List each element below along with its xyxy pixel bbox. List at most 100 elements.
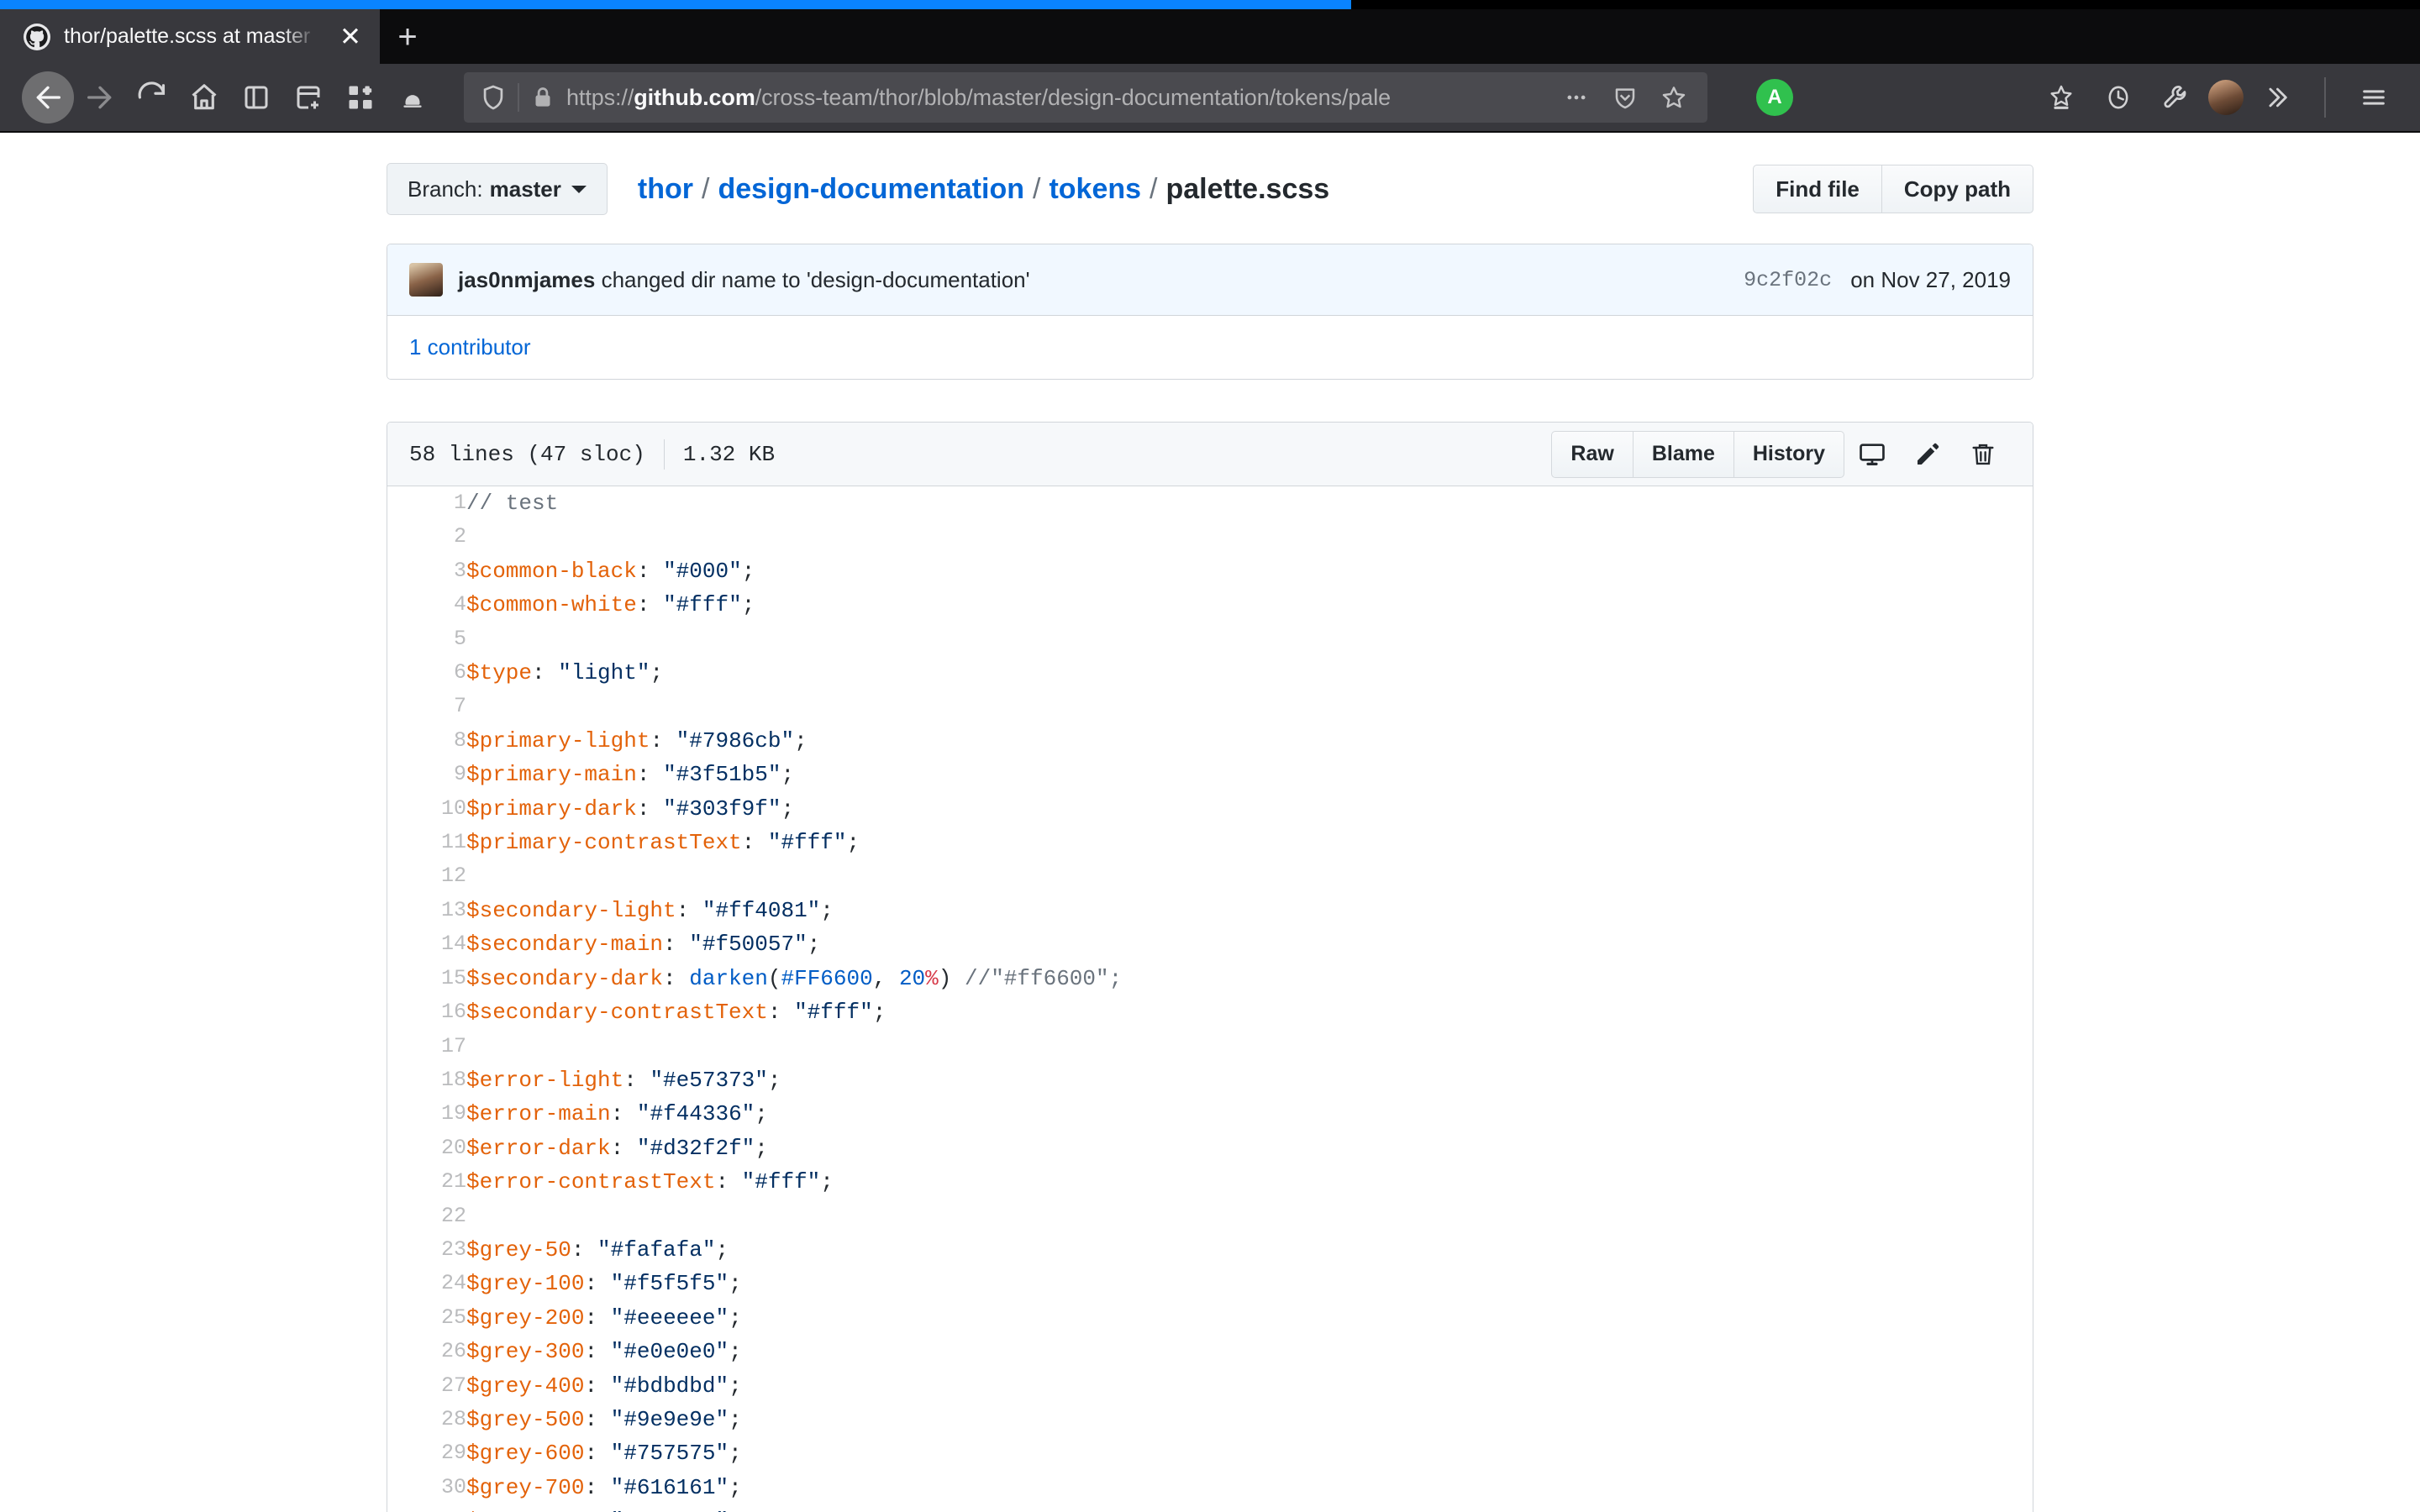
edit-pencil-icon[interactable] — [1900, 431, 1955, 478]
code-line-content: $grey-300: "#e0e0e0"; — [466, 1335, 2033, 1368]
toolbar-divider — [2324, 77, 2326, 118]
breadcrumb-separator: / — [1033, 173, 1040, 206]
line-number[interactable]: 1 — [387, 486, 466, 520]
line-number[interactable]: 16 — [387, 995, 466, 1029]
code-token-punct: , — [873, 966, 899, 991]
history-button[interactable]: History — [1734, 431, 1844, 478]
padlock-icon[interactable] — [524, 85, 561, 110]
line-number[interactable]: 3 — [387, 554, 466, 588]
open-in-desktop-icon[interactable] — [1844, 431, 1900, 478]
line-number[interactable]: 8 — [387, 724, 466, 758]
line-number[interactable]: 26 — [387, 1335, 466, 1368]
line-number[interactable]: 19 — [387, 1097, 466, 1131]
blame-button[interactable]: Blame — [1634, 431, 1734, 478]
extension-toolbar — [2037, 73, 2398, 122]
raw-button[interactable]: Raw — [1551, 431, 1633, 478]
line-number[interactable]: 13 — [387, 894, 466, 927]
code-token-str: "#bdbdbd" — [611, 1373, 729, 1399]
active-tab-accent — [0, 0, 1351, 9]
code-line: 9$primary-main: "#3f51b5"; — [387, 758, 2033, 791]
code-line-content: $grey-500: "#9e9e9e"; — [466, 1403, 2033, 1436]
forward-icon[interactable] — [74, 71, 126, 123]
line-number[interactable]: 20 — [387, 1131, 466, 1165]
wrench-icon[interactable] — [2151, 73, 2200, 122]
tracking-protection-shield-icon[interactable] — [474, 83, 513, 112]
line-number[interactable]: 30 — [387, 1471, 466, 1504]
profile-avatar[interactable] — [2208, 80, 2244, 115]
browser-tab[interactable]: thor/palette.scss at master · cro ✕ — [0, 9, 380, 64]
code-token-str: "#eeeeee" — [611, 1305, 729, 1331]
code-token-punct: : — [663, 966, 689, 991]
reload-icon[interactable] — [126, 71, 178, 123]
delete-trash-icon[interactable] — [1955, 431, 2011, 478]
find-file-button[interactable]: Find file — [1753, 165, 1882, 213]
line-number[interactable]: 28 — [387, 1403, 466, 1436]
history-clock-icon[interactable] — [2094, 73, 2143, 122]
line-number[interactable]: 25 — [387, 1301, 466, 1335]
line-number[interactable]: 14 — [387, 927, 466, 961]
line-number[interactable]: 7 — [387, 690, 466, 723]
line-number[interactable]: 5 — [387, 622, 466, 656]
new-tab-button[interactable]: + — [380, 9, 435, 64]
code-line: 6$type: "light"; — [387, 656, 2033, 690]
code-line-content — [466, 1200, 2033, 1233]
code-token-str: "#303f9f" — [663, 796, 781, 822]
pocket-save-icon[interactable] — [387, 71, 439, 123]
line-number[interactable]: 17 — [387, 1030, 466, 1063]
line-number[interactable]: 11 — [387, 826, 466, 859]
breadcrumb-item-repo[interactable]: thor — [638, 173, 693, 206]
breadcrumb-item-dir-2[interactable]: tokens — [1049, 173, 1141, 206]
line-number[interactable]: 18 — [387, 1063, 466, 1097]
breadcrumb-item-dir-1[interactable]: design-documentation — [718, 173, 1024, 206]
commit-sha[interactable]: 9c2f02c — [1744, 268, 1832, 292]
code-token-punct: ; — [729, 1373, 742, 1399]
line-number[interactable]: 22 — [387, 1200, 466, 1233]
line-number[interactable]: 10 — [387, 792, 466, 826]
code-line: 7 — [387, 690, 2033, 723]
add-grid-icon[interactable] — [334, 71, 387, 123]
bookmark-add-icon[interactable] — [2037, 73, 2086, 122]
code-token-punct: : — [584, 1441, 610, 1466]
account-badge[interactable]: A — [1756, 79, 1793, 116]
address-bar[interactable]: https://github.com/cross-team/thor/blob/… — [464, 72, 1707, 123]
code-token-punct: ; — [781, 796, 795, 822]
line-number[interactable]: 9 — [387, 758, 466, 791]
code-token-str: "#616161" — [611, 1475, 729, 1500]
code-token-punct: ; — [742, 559, 755, 584]
code-line-content: $error-dark: "#d32f2f"; — [466, 1131, 2033, 1165]
commit-author-link[interactable]: jas0nmjames — [458, 267, 595, 292]
pocket-icon[interactable] — [1602, 74, 1649, 121]
back-icon[interactable] — [22, 71, 74, 123]
branch-selector-button[interactable]: Branch: master — [387, 163, 608, 215]
line-number[interactable]: 27 — [387, 1369, 466, 1403]
avatar[interactable] — [409, 263, 443, 297]
line-number[interactable]: 12 — [387, 859, 466, 893]
line-number[interactable]: 15 — [387, 962, 466, 995]
code-token-punct: : — [715, 1169, 741, 1194]
copy-path-button[interactable]: Copy path — [1882, 165, 2033, 213]
code-token-var: $grey-50 — [466, 1237, 571, 1263]
overflow-chevrons-icon[interactable] — [2252, 73, 2301, 122]
code-token-var: $common-black — [466, 559, 637, 584]
hamburger-menu-icon[interactable] — [2349, 73, 2398, 122]
new-container-tab-icon[interactable] — [282, 71, 334, 123]
line-number[interactable]: 24 — [387, 1267, 466, 1300]
line-number[interactable]: 4 — [387, 588, 466, 622]
line-number[interactable]: 31 — [387, 1504, 466, 1512]
contributors-link[interactable]: 1 contributor — [409, 334, 531, 360]
url-text[interactable]: https://github.com/cross-team/thor/blob/… — [561, 85, 1553, 111]
line-number[interactable]: 6 — [387, 656, 466, 690]
home-icon[interactable] — [178, 71, 230, 123]
code-token-str: "#f5f5f5" — [611, 1271, 729, 1296]
line-number[interactable]: 21 — [387, 1165, 466, 1199]
code-token-var: $primary-main — [466, 762, 637, 787]
page-actions-ellipsis-icon[interactable] — [1553, 74, 1600, 121]
sidebar-icon[interactable] — [230, 71, 282, 123]
bookmark-star-icon[interactable] — [1650, 74, 1697, 121]
code-token-punct: : — [650, 728, 676, 753]
code-line: 29$grey-600: "#757575"; — [387, 1436, 2033, 1470]
line-number[interactable]: 2 — [387, 520, 466, 554]
line-number[interactable]: 23 — [387, 1233, 466, 1267]
close-icon[interactable]: ✕ — [331, 18, 370, 56]
line-number[interactable]: 29 — [387, 1436, 466, 1470]
